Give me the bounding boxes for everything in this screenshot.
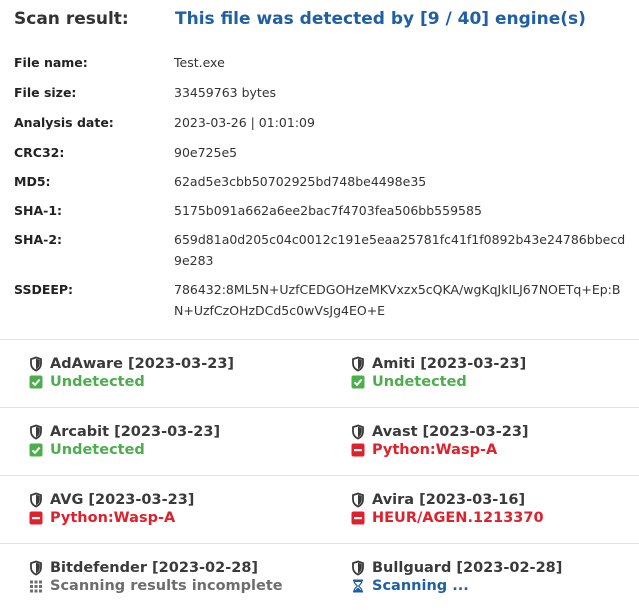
engine-result: Undetected [50, 374, 145, 390]
engine-name: Amiti [2023-03-23] [372, 356, 527, 372]
engine-name: Bullguard [2023-02-28] [372, 560, 563, 576]
sha2-value: 659d81a0d205c04c0012c191e5eaa25781fc41f1… [174, 232, 626, 268]
detail-row-md5: MD5: 62ad5e3cbb50702925bd748be4498e35 [14, 173, 634, 202]
shield-icon [350, 492, 366, 508]
shield-icon [350, 560, 366, 576]
file-size-label: File size: [14, 85, 77, 100]
ssdeep-value: 786432:8ML5N+UzfCEDGOHzeMKVxzx5cQKA/wgKq… [174, 282, 621, 318]
engine-row: Arcabit [2023-03-23] Undetected Avast [2… [0, 407, 639, 475]
hourglass-icon [350, 578, 366, 594]
engine-name: AdAware [2023-03-23] [50, 356, 235, 372]
engine-item-amiti: Amiti [2023-03-23] Undetected [350, 354, 639, 392]
engine-item-avira: Avira [2023-03-16] HEUR/AGEN.1213370 [350, 490, 639, 528]
engine-item-arcabit: Arcabit [2023-03-23] Undetected [28, 422, 328, 460]
file-size-value: 33459763 bytes [174, 85, 277, 100]
analysis-date-value: 2023-03-26 | 01:01:09 [174, 115, 315, 130]
minus-icon [28, 510, 44, 526]
md5-value: 62ad5e3cbb50702925bd748be4498e35 [174, 174, 427, 189]
scan-header: Scan result: This file was detected by [… [14, 9, 634, 33]
minus-icon [350, 510, 366, 526]
minus-icon [350, 442, 366, 458]
shield-icon [350, 424, 366, 440]
engine-results: AdAware [2023-03-23] Undetected Amiti [2… [0, 339, 639, 611]
engine-result: HEUR/AGEN.1213370 [372, 510, 544, 526]
engine-item-adaware: AdAware [2023-03-23] Undetected [28, 354, 328, 392]
scan-result-page: Scan result: This file was detected by [… [0, 0, 639, 596]
file-name-label: File name: [14, 55, 88, 70]
engine-row: AVG [2023-03-23] Python:Wasp-A Avira [20… [0, 475, 639, 543]
engine-item-avast: Avast [2023-03-23] Python:Wasp-A [350, 422, 639, 460]
detail-row-ssdeep: SSDEEP: 786432:8ML5N+UzfCEDGOHzeMKVxzx5c… [14, 281, 634, 331]
engine-result: Undetected [372, 374, 467, 390]
crc32-label: CRC32: [14, 145, 65, 160]
sha1-value: 5175b091a662a6ee2bac7f4703fea506bb559585 [174, 203, 482, 218]
shield-icon [28, 492, 44, 508]
detail-row-crc32: CRC32: 90e725e5 [14, 144, 634, 173]
engine-item-bitdefender: Bitdefender [2023-02-28] Scanning result… [28, 558, 328, 596]
shield-icon [28, 424, 44, 440]
detail-row-sha2: SHA-2: 659d81a0d205c04c0012c191e5eaa2578… [14, 231, 634, 281]
engine-result: Python:Wasp-A [50, 510, 176, 526]
engine-name: AVG [2023-03-23] [50, 492, 195, 508]
file-name-value: Test.exe [174, 55, 225, 70]
md5-label: MD5: [14, 174, 51, 189]
engine-name: Avira [2023-03-16] [372, 492, 526, 508]
sha2-label: SHA-2: [14, 232, 63, 247]
file-details: File name: Test.exe File size: 33459763 … [14, 54, 634, 331]
detail-row-file-size: File size: 33459763 bytes [14, 84, 634, 114]
scan-result-title: Scan result: [14, 9, 129, 29]
engine-name: Avast [2023-03-23] [372, 424, 529, 440]
crc32-value: 90e725e5 [174, 145, 238, 160]
engine-result: Undetected [50, 442, 145, 458]
engine-result: Scanning ... [372, 578, 469, 594]
detail-row-file-name: File name: Test.exe [14, 54, 634, 84]
check-icon [350, 374, 366, 390]
engine-item-avg: AVG [2023-03-23] Python:Wasp-A [28, 490, 328, 528]
engine-name: Bitdefender [2023-02-28] [50, 560, 259, 576]
engine-item-bullguard: Bullguard [2023-02-28] Scanning ... [350, 558, 639, 596]
engine-row: Bitdefender [2023-02-28] Scanning result… [0, 543, 639, 611]
engine-result: Python:Wasp-A [372, 442, 498, 458]
detail-row-sha1: SHA-1: 5175b091a662a6ee2bac7f4703fea506b… [14, 202, 634, 231]
detail-row-analysis-date: Analysis date: 2023-03-26 | 01:01:09 [14, 114, 634, 144]
engine-row: AdAware [2023-03-23] Undetected Amiti [2… [0, 339, 639, 407]
check-icon [28, 442, 44, 458]
engine-name: Arcabit [2023-03-23] [50, 424, 221, 440]
shield-icon [28, 356, 44, 372]
check-icon [28, 374, 44, 390]
ssdeep-label: SSDEEP: [14, 282, 74, 297]
grid-icon [28, 578, 44, 594]
shield-icon [350, 356, 366, 372]
detection-summary: This file was detected by [9 / 40] engin… [175, 9, 586, 29]
engine-result: Scanning results incomplete [50, 578, 283, 594]
shield-icon [28, 560, 44, 576]
sha1-label: SHA-1: [14, 203, 63, 218]
analysis-date-label: Analysis date: [14, 115, 114, 130]
